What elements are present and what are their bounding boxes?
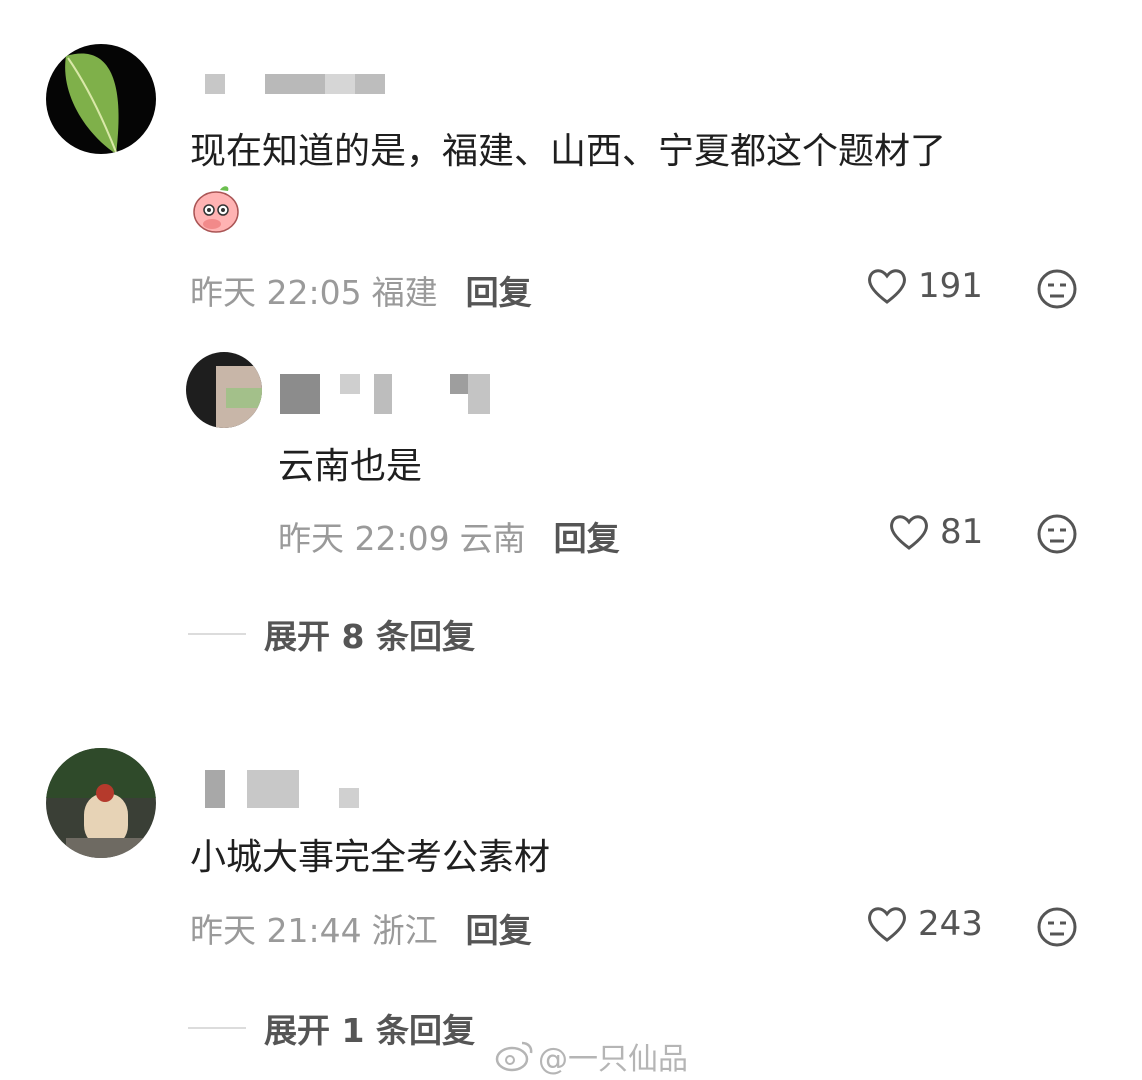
expand-replies-label: 展开 8 条回复	[264, 617, 475, 656]
heart-icon	[868, 907, 906, 942]
comment-location: 浙江	[371, 911, 438, 950]
heart-icon	[890, 515, 928, 550]
comment-location: 福建	[371, 273, 438, 312]
like-count: 191	[918, 266, 983, 306]
dislike-face-icon[interactable]	[1036, 513, 1078, 559]
comment-text: 小城大事完全考公素材	[190, 837, 551, 878]
heart-icon	[868, 269, 906, 304]
reply-button[interactable]: 回复	[466, 266, 532, 314]
reply-text: 云南也是	[278, 446, 423, 487]
comment-meta: 昨天 22:05 福建 回复	[190, 266, 532, 314]
comment-meta: 昨天 21:44 浙江 回复	[190, 904, 532, 952]
like-button[interactable]: 81	[888, 512, 983, 552]
username-blurred[interactable]	[205, 74, 385, 94]
divider	[188, 1027, 246, 1029]
like-button[interactable]: 191	[866, 266, 983, 306]
username-blurred[interactable]	[205, 770, 359, 808]
comment-text: 现在知道的是，福建、山西、宁夏都这个题材了	[190, 131, 947, 172]
leaf-avatar-image	[65, 53, 119, 154]
reply-location: 云南	[459, 519, 526, 558]
reply-button[interactable]: 回复	[554, 512, 620, 560]
reply-avatar[interactable]	[186, 352, 262, 428]
reply-username-blurred[interactable]	[280, 374, 490, 414]
like-count: 81	[940, 512, 984, 552]
expand-replies-label: 展开 1 条回复	[264, 1011, 475, 1050]
divider	[188, 633, 246, 635]
avatar[interactable]	[46, 44, 156, 154]
watermark-text: @一只仙品	[538, 1042, 688, 1077]
reply-time: 昨天 22:09	[278, 519, 450, 558]
like-button[interactable]: 243	[866, 904, 983, 944]
comment-time: 昨天 22:05	[190, 273, 362, 312]
reply-meta: 昨天 22:09 云南 回复	[278, 512, 620, 560]
expand-replies-button[interactable]: 展开 8 条回复	[188, 610, 475, 658]
like-count: 243	[918, 904, 983, 944]
dislike-face-icon[interactable]	[1036, 906, 1078, 952]
emoji-sticker	[190, 182, 242, 234]
dislike-face-icon[interactable]	[1036, 268, 1078, 314]
avatar[interactable]	[46, 748, 156, 858]
watermark: @一只仙品	[494, 1034, 688, 1078]
reply-button[interactable]: 回复	[466, 904, 532, 952]
weibo-logo-icon	[495, 1041, 533, 1072]
expand-replies-button[interactable]: 展开 1 条回复	[188, 1004, 475, 1052]
comment-time: 昨天 21:44	[190, 911, 362, 950]
